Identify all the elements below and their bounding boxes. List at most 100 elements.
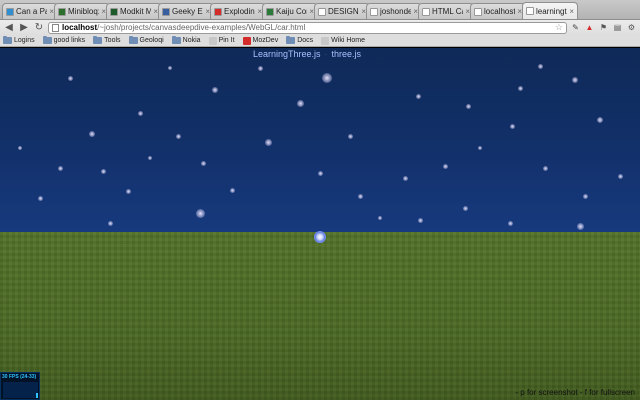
tab-favicon-icon [370, 7, 378, 16]
folder-icon [286, 36, 296, 44]
page-menu-icon[interactable]: ▤ [612, 22, 623, 33]
bookmark-label: Pin It [218, 37, 235, 44]
snow-particle [148, 156, 152, 160]
address-bar[interactable]: localhost/~josh/projects/canvasdeepdive-… [48, 21, 567, 34]
snow-particle [465, 103, 471, 109]
bookmark-item[interactable]: Tools [93, 36, 121, 44]
extension-icon[interactable]: ✎ [570, 22, 581, 33]
tab-favicon-icon [422, 7, 430, 16]
tab-favicon-icon [110, 7, 118, 16]
snow-particle [462, 205, 468, 211]
snow-particle [37, 195, 43, 201]
extension-icon[interactable]: ⚑ [598, 22, 609, 33]
bookmark-label: Geoloqi [139, 37, 164, 44]
snow-particle [229, 187, 235, 193]
browser-tab[interactable]: learningthr× [522, 2, 578, 19]
bookmark-item[interactable]: Wiki Home [321, 36, 365, 45]
fps-bar [36, 393, 38, 398]
snow-particle [402, 175, 408, 181]
bookmark-item[interactable]: Pin It [208, 36, 235, 45]
snow-particle [57, 165, 63, 171]
forward-button[interactable]: ▶ [18, 22, 30, 34]
learningthree-link[interactable]: LearningThree.js [253, 49, 321, 59]
threejs-link[interactable]: three.js [332, 49, 362, 59]
snow-particle [67, 75, 73, 81]
tab-title: joshondesi [380, 7, 411, 16]
tab-favicon-icon [6, 7, 14, 16]
bookmark-label: good links [53, 37, 86, 44]
snow-particle [507, 220, 513, 226]
snow-particle [322, 73, 332, 83]
snow-particle [296, 99, 304, 107]
tab-title: HTML Canv [432, 7, 463, 16]
scene-title: LearningThree.js · three.js [253, 49, 361, 59]
tab-title: Kaiju Comb [276, 7, 307, 16]
extension-icon[interactable]: ▲ [584, 22, 595, 33]
snow-particle [168, 66, 172, 70]
snow-particle [415, 93, 421, 99]
snow-particle [576, 222, 584, 230]
tab-title: DESIGNER [328, 7, 359, 16]
browser-tab[interactable]: HTML Canv× [418, 3, 474, 19]
tab-title: Can a Parki [16, 7, 47, 16]
browser-tab[interactable]: Exploding× [210, 3, 266, 19]
fps-stats-panel[interactable]: 30 FPS (24-33) [0, 372, 40, 400]
snow-particle [442, 163, 448, 169]
browser-tab[interactable]: Kaiju Comb× [262, 3, 318, 19]
title-separator: · [324, 49, 328, 59]
snow-particle [137, 110, 143, 116]
back-button[interactable]: ◀ [3, 22, 15, 34]
grass-ground [0, 232, 640, 400]
browser-tab[interactable]: Modkit Micr× [106, 3, 162, 19]
bookmark-item[interactable]: Nokia [171, 36, 201, 44]
reload-button[interactable]: ↻ [33, 22, 45, 34]
tab-title: Geeky End [172, 7, 203, 16]
fps-graph [3, 382, 38, 398]
tab-title: Exploding [224, 7, 255, 16]
page-icon [52, 23, 59, 32]
bookmark-item[interactable]: good links [42, 36, 86, 44]
browser-tab[interactable]: Can a Parki× [2, 3, 58, 19]
snow-particle [125, 188, 131, 194]
bookmark-label: Docs [297, 37, 314, 44]
snow-particle [509, 123, 515, 129]
browser-toolbar: ◀ ▶ ↻ localhost/~josh/projects/canvasdee… [0, 20, 640, 35]
snow-particle [257, 65, 263, 71]
tab-close-icon[interactable]: × [569, 7, 574, 16]
bookmark-item[interactable]: Geoloqi [128, 36, 164, 44]
bookmark-star-icon[interactable]: ☆ [555, 22, 563, 33]
folder-icon [3, 36, 12, 44]
snow-particle [200, 160, 206, 166]
snow-particle [317, 170, 323, 176]
tab-favicon-icon [474, 7, 482, 16]
browser-tab[interactable]: joshondesi× [366, 3, 422, 19]
snow-particle [175, 133, 181, 139]
wrench-icon[interactable]: ⚙ [626, 22, 637, 33]
folder-icon [171, 36, 181, 44]
bookmark-label: Logins [14, 37, 35, 44]
browser-tab[interactable]: DESIGNER× [314, 3, 370, 19]
bookmark-favicon-icon [242, 36, 251, 45]
tab-favicon-icon [214, 7, 222, 16]
folder-icon [93, 36, 103, 44]
bookmark-item[interactable]: Docs [286, 36, 314, 44]
snow-particle [100, 168, 106, 174]
bookmark-label: Wiki Home [331, 37, 365, 44]
browser-tab[interactable]: Minibloq: g× [54, 3, 110, 19]
snow-particle [517, 85, 523, 91]
snow-particle [417, 217, 423, 223]
snow-particle [572, 77, 578, 83]
browser-tab[interactable]: localhost/× [470, 3, 526, 19]
snow-particle [478, 146, 482, 150]
bookmark-item[interactable]: MozDev [242, 36, 279, 45]
webgl-canvas[interactable]: LearningThree.js · three.js 30 FPS (24-3… [0, 48, 640, 400]
night-sky [0, 48, 640, 232]
browser-tab[interactable]: Geeky End× [158, 3, 214, 19]
fps-label: 30 FPS (24-33) [2, 374, 37, 380]
tab-title: learningthr [536, 6, 567, 16]
bookmark-label: MozDev [252, 37, 279, 44]
snow-particle [582, 193, 588, 199]
bookmark-item[interactable]: Logins [3, 36, 35, 44]
tab-favicon-icon [266, 7, 274, 16]
folder-icon [42, 36, 52, 44]
